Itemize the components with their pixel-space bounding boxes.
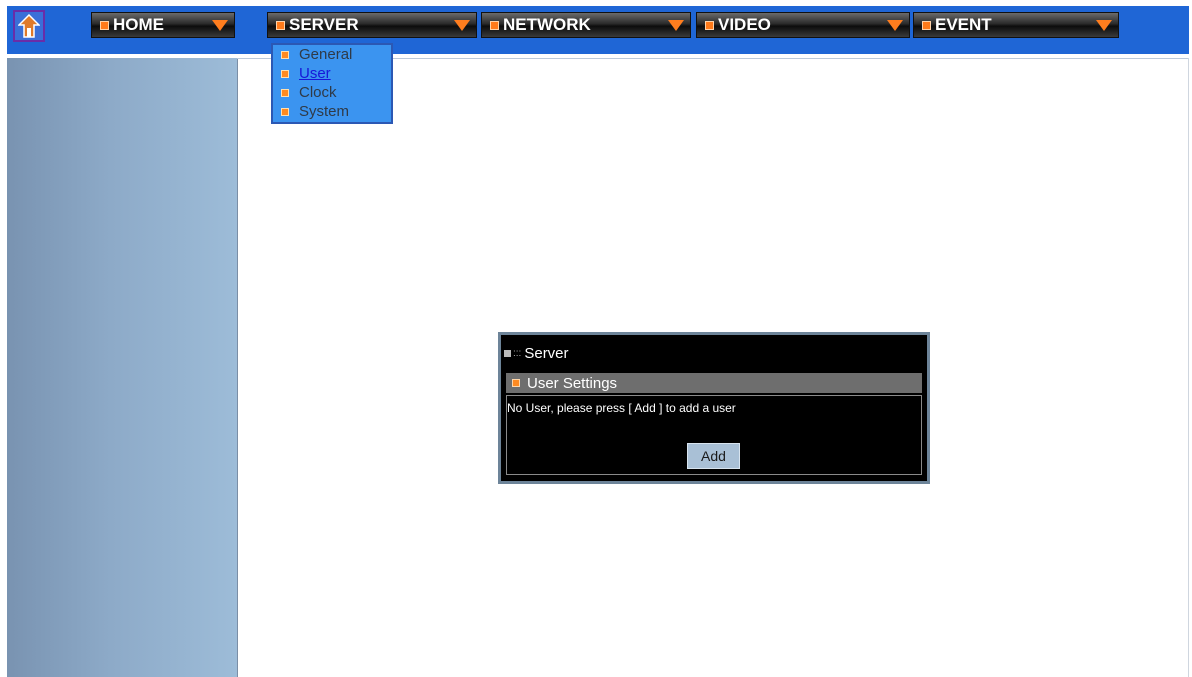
content-right-divider <box>1188 58 1189 677</box>
panel-title: ::: Server <box>504 344 569 362</box>
menu-network-label: NETWORK <box>503 15 591 34</box>
panel-title-dots-icon: ::: <box>513 347 522 359</box>
top-nav-bar: HOME SERVER NETWORK VIDEO EVENT <box>7 6 1189 54</box>
menu-bullet-icon <box>276 20 285 30</box>
bullet-icon <box>281 50 289 59</box>
left-sidebar <box>7 58 238 677</box>
dropdown-item-label: Clock <box>299 84 337 101</box>
dropdown-item-label: General <box>299 46 353 63</box>
bullet-icon <box>281 107 289 116</box>
chevron-down-icon <box>212 20 228 31</box>
dropdown-item-label: System <box>299 103 350 120</box>
menu-video-label: VIDEO <box>718 15 771 34</box>
menu-bullet-icon <box>705 20 714 30</box>
menu-network[interactable]: NETWORK <box>481 12 691 38</box>
bullet-icon <box>281 69 289 78</box>
section-bullet-icon <box>512 379 520 387</box>
menu-bullet-icon <box>922 20 931 30</box>
server-dropdown-menu: General User Clock System <box>271 43 393 124</box>
dropdown-item-user[interactable]: User <box>273 64 391 83</box>
menu-server-label: SERVER <box>289 15 359 34</box>
menu-bullet-icon <box>490 20 499 30</box>
dropdown-item-general[interactable]: General <box>273 45 391 64</box>
section-label: User Settings <box>527 374 618 392</box>
home-icon[interactable] <box>13 10 45 42</box>
menu-video[interactable]: VIDEO <box>696 12 910 38</box>
menu-home-label: HOME <box>113 15 164 34</box>
no-user-message: No User, please press [ Add ] to add a u… <box>507 401 736 415</box>
menu-bullet-icon <box>100 20 109 30</box>
menu-home[interactable]: HOME <box>91 12 235 38</box>
bullet-icon <box>281 88 289 97</box>
server-user-panel: ::: Server User Settings No User, please… <box>498 332 930 484</box>
user-settings-body: No User, please press [ Add ] to add a u… <box>506 395 922 475</box>
menu-event-label: EVENT <box>935 15 992 34</box>
chevron-down-icon <box>454 20 470 31</box>
dropdown-item-system[interactable]: System <box>273 102 391 121</box>
panel-title-label: Server <box>524 344 569 362</box>
add-user-button[interactable]: Add <box>687 443 740 469</box>
chevron-down-icon <box>887 20 903 31</box>
panel-title-bullet-icon <box>504 349 511 357</box>
chevron-down-icon <box>1096 20 1112 31</box>
dropdown-item-clock[interactable]: Clock <box>273 83 391 102</box>
dropdown-item-label: User <box>299 65 331 82</box>
menu-server[interactable]: SERVER <box>267 12 477 38</box>
chevron-down-icon <box>668 20 684 31</box>
menu-event[interactable]: EVENT <box>913 12 1119 38</box>
home-glyph-icon <box>18 14 40 38</box>
app-frame: HOME SERVER NETWORK VIDEO EVENT General … <box>7 6 1189 677</box>
user-settings-header: User Settings <box>506 373 922 393</box>
